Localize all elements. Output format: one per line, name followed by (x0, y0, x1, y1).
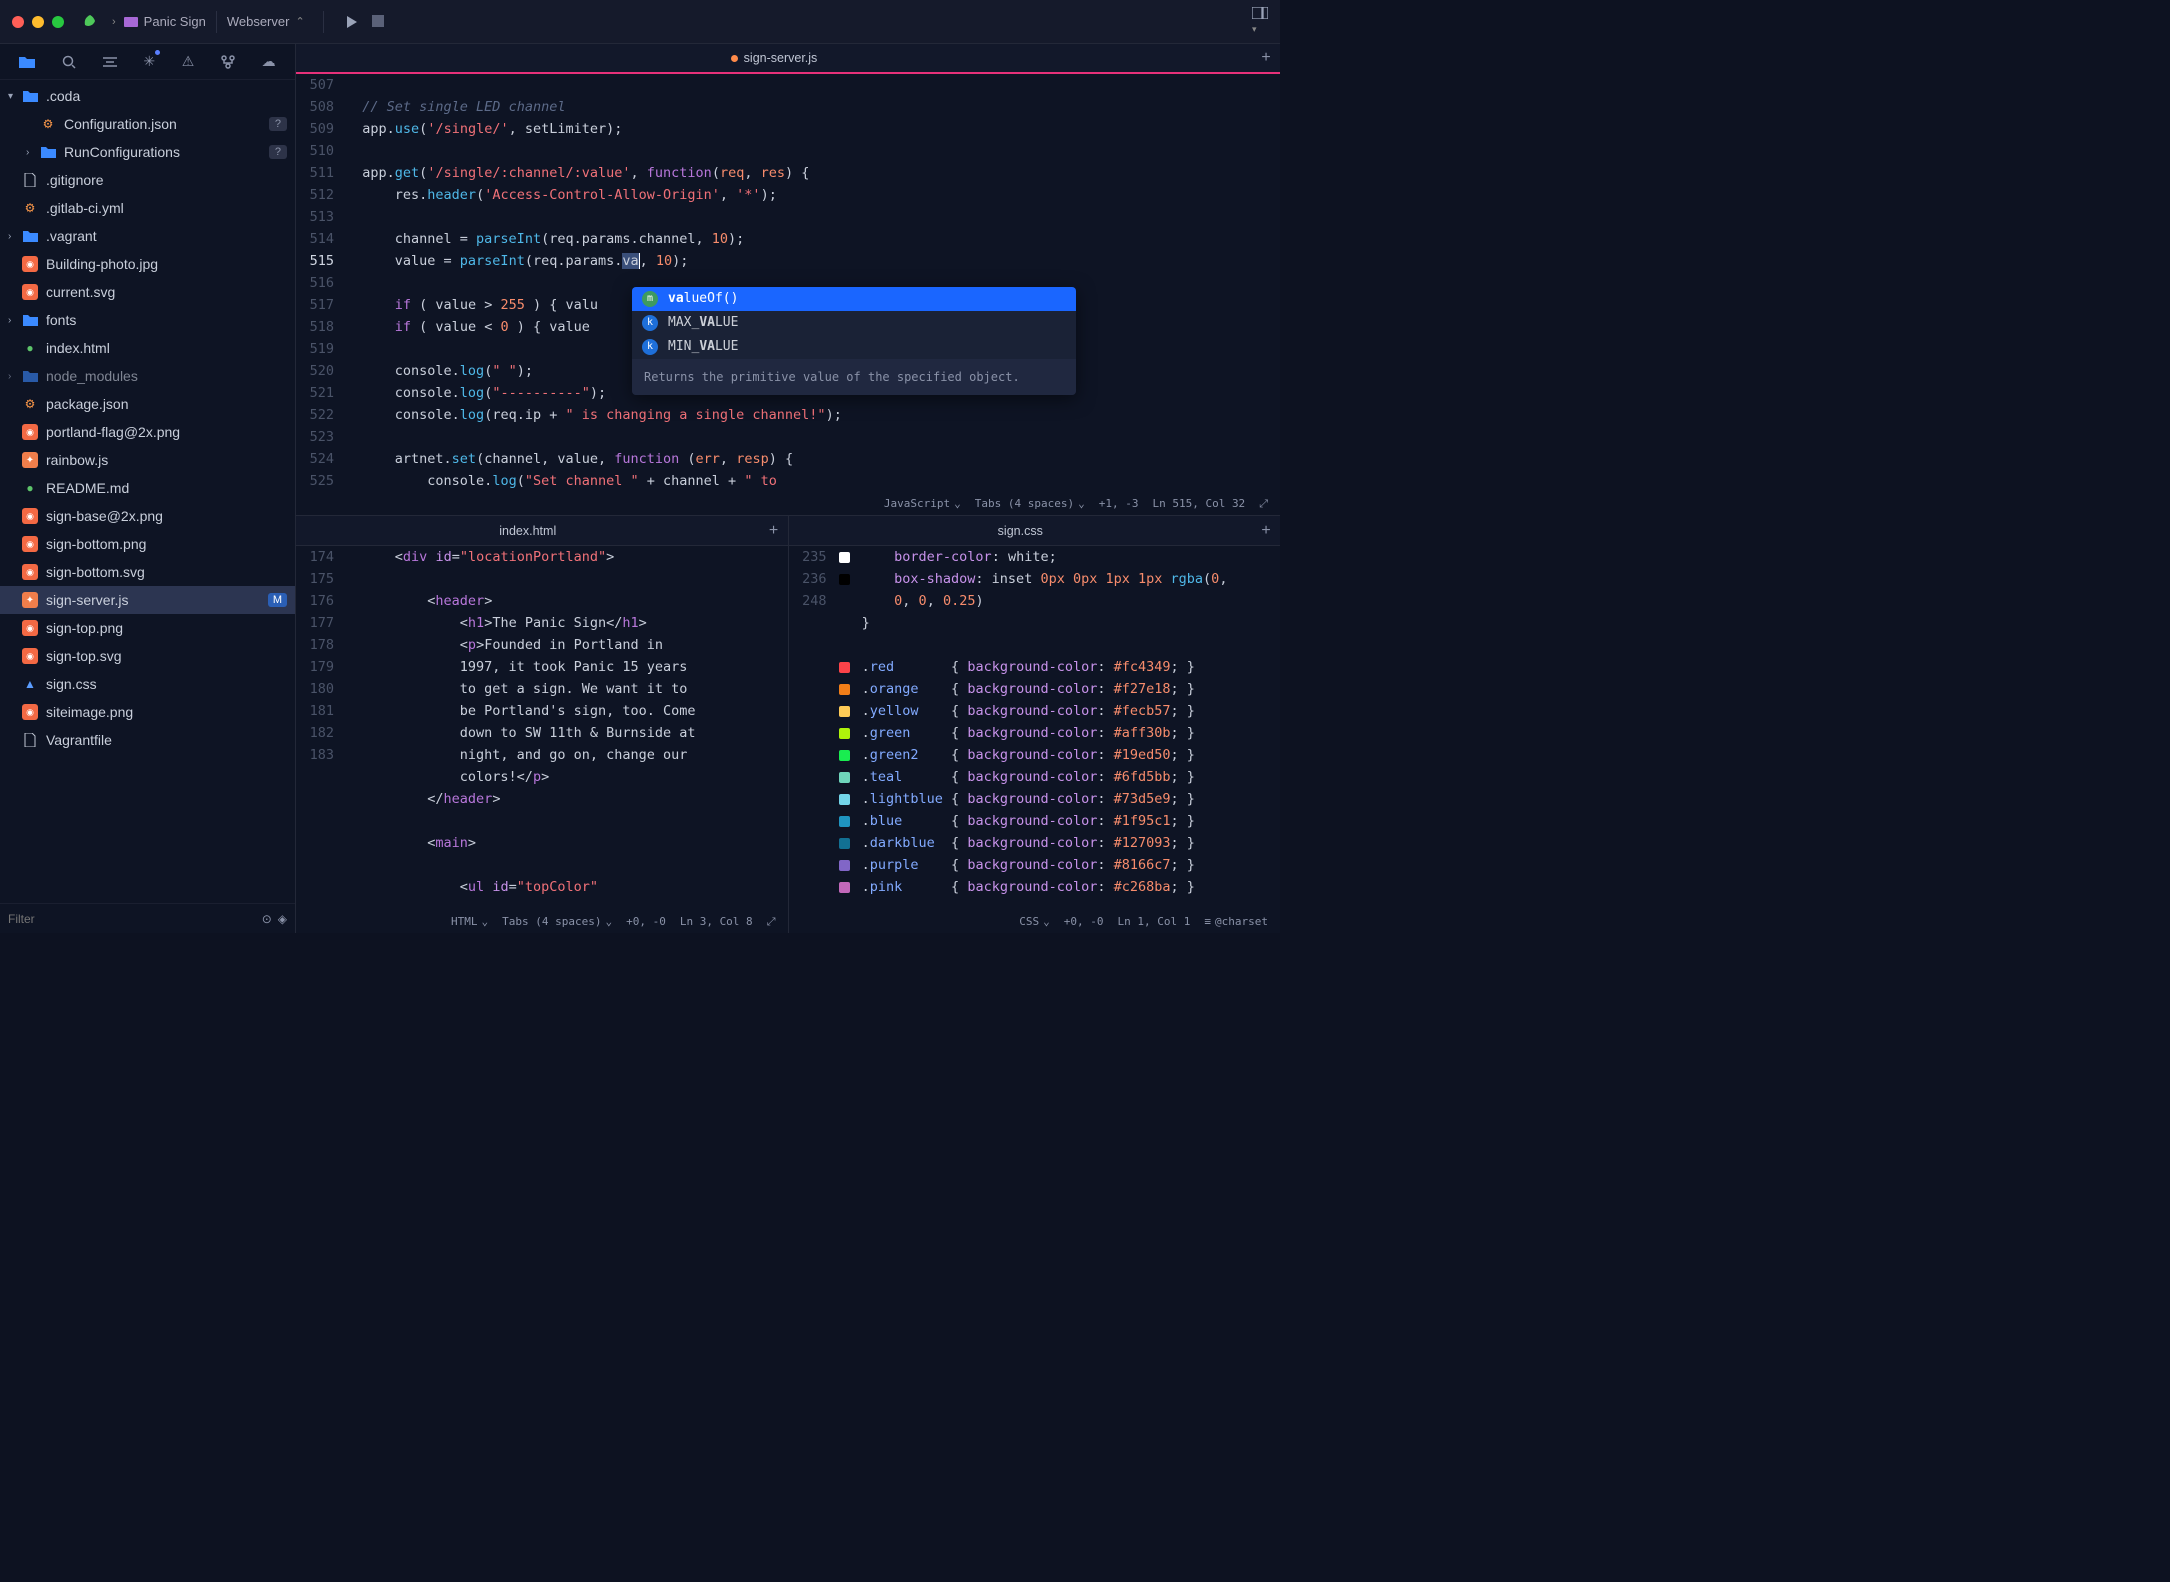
tree-item-sign-top-svg[interactable]: ◉sign-top.svg (0, 642, 295, 670)
tab-index-html[interactable]: index.html (296, 516, 760, 545)
close-window-button[interactable] (12, 16, 24, 28)
layout-button[interactable]: ▾ (1252, 7, 1268, 36)
search-tab-icon[interactable] (58, 51, 80, 73)
tree-item--gitlab-ci-yml[interactable]: ⚙.gitlab-ci.yml (0, 194, 295, 222)
git-tab-icon[interactable] (217, 51, 239, 73)
sidebar-toolbar: ✳ ⚠ ☁ (0, 44, 295, 80)
format-tab-icon[interactable] (99, 52, 121, 72)
tree-item-vagrantfile[interactable]: Vagrantfile (0, 726, 295, 754)
new-tab-button-css[interactable]: + (1252, 522, 1280, 540)
html-pane: index.html + 174175176177178179180181182… (296, 516, 788, 933)
filter-input[interactable] (8, 912, 256, 926)
filter-settings-icon[interactable]: ⊙ (262, 912, 272, 926)
target-selector[interactable]: Webserver ⌃ (227, 14, 313, 29)
autocomplete-hint: Returns the primitive value of the speci… (632, 359, 1076, 395)
snippets-tab-icon[interactable]: ✳ (139, 49, 159, 74)
stop-button[interactable] (372, 15, 384, 29)
tree-item-runconfigurations[interactable]: ›RunConfigurations? (0, 138, 295, 166)
main-statusbar: JavaScript ⌄ Tabs (4 spaces) ⌄ +1, -3 Ln… (872, 493, 1280, 515)
html-tabbar: index.html + (296, 516, 788, 546)
css-statusbar: CSS ⌄ +0, -0 Ln 1, Col 1 ≡ @charset (1007, 911, 1280, 933)
language-selector[interactable]: JavaScript ⌄ (884, 493, 961, 515)
new-tab-button[interactable]: + (1252, 49, 1280, 67)
cloud-tab-icon[interactable]: ☁ (258, 49, 280, 74)
css-editor[interactable]: 235236248 border-color: white; box-shado… (789, 546, 1281, 933)
filter-recent-icon[interactable]: ◈ (278, 912, 287, 926)
tree-item-sign-css[interactable]: ▲sign.css (0, 670, 295, 698)
editor-area: sign-server.js + 50750850951051151251351… (296, 44, 1280, 933)
project-selector[interactable]: Panic Sign (124, 14, 206, 29)
titlebar: › Panic Sign Webserver ⌃ ▾ (0, 0, 1280, 44)
tree-item-sign-top-png[interactable]: ◉sign-top.png (0, 614, 295, 642)
tree-item-sign-bottom-png[interactable]: ◉sign-bottom.png (0, 530, 295, 558)
html-statusbar: HTML ⌄ Tabs (4 spaces) ⌄ +0, -0 Ln 3, Co… (439, 911, 788, 933)
expand-icon[interactable]: ⤢ (767, 911, 776, 933)
filter-row: ⊙ ◈ (0, 903, 295, 933)
main-tabbar: sign-server.js + (296, 44, 1280, 74)
maximize-window-button[interactable] (52, 16, 64, 28)
css-pane: sign.css + 235236248 border-color: white… (788, 516, 1281, 933)
autocomplete-item[interactable]: kMAX_VALUE (632, 311, 1076, 335)
chevron-icon: › (112, 16, 116, 28)
tree-item--gitignore[interactable]: .gitignore (0, 166, 295, 194)
tree-item-portland-flag-2x-png[interactable]: ◉portland-flag@2x.png (0, 418, 295, 446)
files-tab-icon[interactable] (15, 51, 39, 72)
autocomplete-item[interactable]: kMIN_VALUE (632, 335, 1076, 359)
tree-item--coda[interactable]: ▾.coda (0, 82, 295, 110)
tree-item-sign-server-js[interactable]: ✦sign-server.jsM (0, 586, 295, 614)
tab-sign-server[interactable]: sign-server.js (296, 44, 1252, 72)
autocomplete-popup: mvalueOf()kMAX_VALUEkMIN_VALUEReturns th… (632, 287, 1076, 395)
tree-item-index-html[interactable]: ●index.html (0, 334, 295, 362)
tree-item-siteimage-png[interactable]: ◉siteimage.png (0, 698, 295, 726)
split-bottom: index.html + 174175176177178179180181182… (296, 515, 1280, 933)
sidebar: ✳ ⚠ ☁ ▾.coda⚙Configuration.json?›RunConf… (0, 44, 296, 933)
tree-item-building-photo-jpg[interactable]: ◉Building-photo.jpg (0, 250, 295, 278)
tab-sign-css[interactable]: sign.css (789, 516, 1253, 545)
expand-icon[interactable]: ⤢ (1259, 493, 1268, 515)
minimize-window-button[interactable] (32, 16, 44, 28)
issues-tab-icon[interactable]: ⚠ (178, 49, 199, 74)
language-selector[interactable]: CSS ⌄ (1019, 911, 1050, 933)
main-editor[interactable]: 5075085095105115125135145155165175185195… (296, 74, 1280, 515)
new-tab-button-html[interactable]: + (760, 522, 788, 540)
tree-item-configuration-json[interactable]: ⚙Configuration.json? (0, 110, 295, 138)
charset-indicator: ≡ @charset (1204, 911, 1268, 933)
tree-item-node-modules[interactable]: ›node_modules (0, 362, 295, 390)
tree-item-readme-md[interactable]: ●README.md (0, 474, 295, 502)
tree-item--vagrant[interactable]: ›.vagrant (0, 222, 295, 250)
app-icon (82, 14, 98, 30)
css-tabbar: sign.css + (789, 516, 1281, 546)
modified-dot-icon (731, 55, 738, 62)
tree-item-sign-base-2x-png[interactable]: ◉sign-base@2x.png (0, 502, 295, 530)
window-controls (12, 16, 64, 28)
tree-item-current-svg[interactable]: ◉current.svg (0, 278, 295, 306)
tree-item-sign-bottom-svg[interactable]: ◉sign-bottom.svg (0, 558, 295, 586)
diff-indicator: +1, -3 (1099, 493, 1139, 515)
tree-item-package-json[interactable]: ⚙package.json (0, 390, 295, 418)
run-button[interactable] (346, 15, 358, 29)
language-selector[interactable]: HTML ⌄ (451, 911, 488, 933)
indent-selector[interactable]: Tabs (4 spaces) ⌄ (975, 493, 1085, 515)
tree-item-rainbow-js[interactable]: ✦rainbow.js (0, 446, 295, 474)
cursor-position: Ln 515, Col 32 (1152, 493, 1245, 515)
autocomplete-item[interactable]: mvalueOf() (632, 287, 1076, 311)
tree-item-fonts[interactable]: ›fonts (0, 306, 295, 334)
html-editor[interactable]: 174175176177178179180181182183 <div id="… (296, 546, 788, 933)
indent-selector[interactable]: Tabs (4 spaces) ⌄ (502, 911, 612, 933)
file-tree: ▾.coda⚙Configuration.json?›RunConfigurat… (0, 80, 295, 903)
